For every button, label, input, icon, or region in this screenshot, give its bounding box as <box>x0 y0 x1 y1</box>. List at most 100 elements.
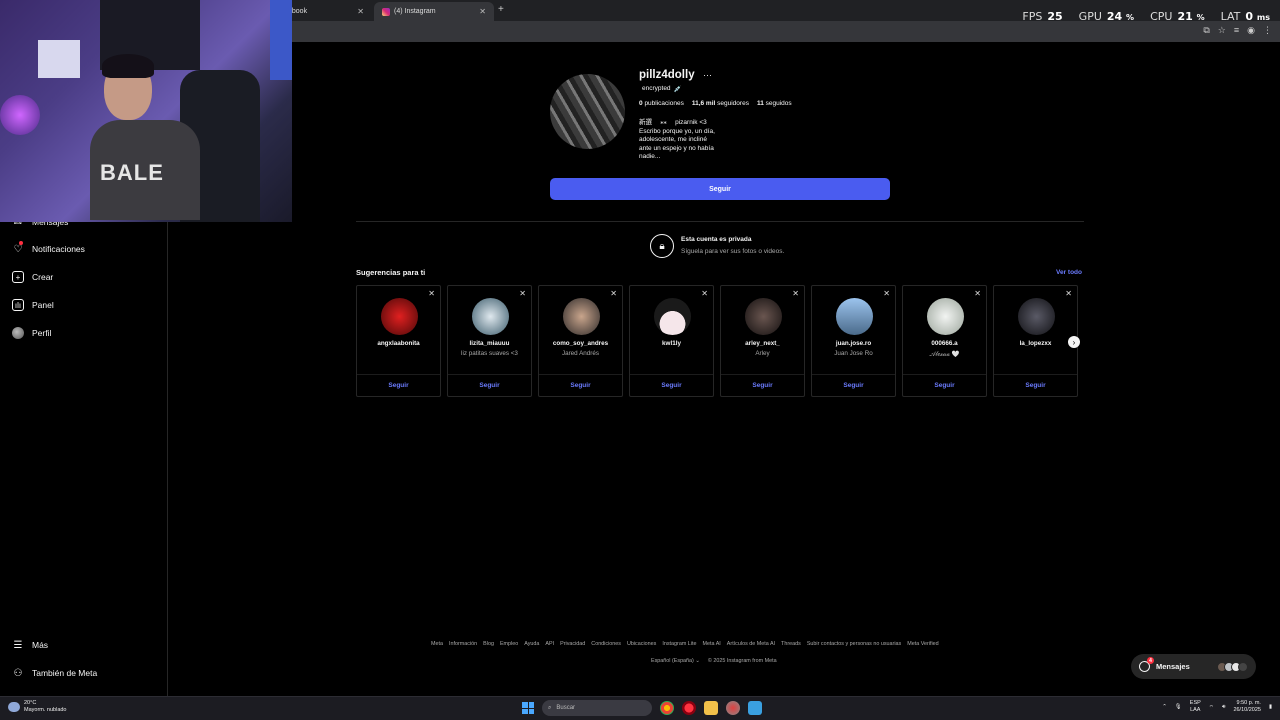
avatar[interactable] <box>472 298 509 335</box>
see-all-link[interactable]: Ver todo <box>1056 269 1082 276</box>
volume-icon[interactable]: 🔊︎ <box>1222 704 1225 711</box>
suggestion-username[interactable]: la_lopezxx <box>994 340 1077 347</box>
dismiss-icon[interactable]: ✕ <box>519 289 526 298</box>
messages-pill[interactable]: 4 Mensajes <box>1131 654 1256 679</box>
wifi-icon[interactable]: ⌔ <box>1209 704 1214 711</box>
following-count[interactable]: 11 seguidos <box>757 100 792 107</box>
weather-widget[interactable]: 20°C Mayorm. nublado <box>8 700 67 714</box>
sidebar-item-panel[interactable]: ılı Panel <box>12 299 54 311</box>
avatar[interactable] <box>836 298 873 335</box>
tab-title: (4) Instagram <box>394 8 436 15</box>
divider <box>721 374 804 375</box>
notification-icon[interactable]: ▮ <box>1269 704 1272 710</box>
footer-link[interactable]: Condiciones <box>591 641 621 647</box>
footer-link[interactable]: Meta AI <box>703 641 721 647</box>
browser-tab[interactable]: ebook ✕ <box>280 2 372 21</box>
install-icon[interactable]: ⧉ <box>1203 25 1209 36</box>
app-icon[interactable] <box>748 701 762 715</box>
lock-icon: 🔒︎ <box>650 234 674 258</box>
follow-button[interactable]: Seguir <box>550 178 890 200</box>
footer-link[interactable]: Ubicaciones <box>627 641 656 647</box>
extensions-icon[interactable]: ≡ <box>1234 25 1239 36</box>
suggestion-username[interactable]: juan.jose.ro <box>812 340 895 347</box>
footer-link[interactable]: Meta Verified <box>907 641 938 647</box>
messages-label: Mensajes <box>1156 662 1190 671</box>
chevron-right-icon[interactable]: › <box>1068 336 1080 348</box>
suggestion-card: ✕ juan.jose.ro Juan Jose Ro Seguir <box>811 285 896 397</box>
footer-link[interactable]: Artículos de Meta AI <box>727 641 775 647</box>
chevron-up-icon[interactable]: ⌃ <box>1162 704 1167 710</box>
weather-desc: Mayorm. nublado <box>24 707 67 713</box>
suggestion-follow-button[interactable]: Seguir <box>903 382 986 389</box>
dismiss-icon[interactable]: ✕ <box>428 289 435 298</box>
dismiss-icon[interactable]: ✕ <box>701 289 708 298</box>
footer-link[interactable]: API <box>545 641 554 647</box>
dismiss-icon[interactable]: ✕ <box>883 289 890 298</box>
dismiss-icon[interactable]: ✕ <box>974 289 981 298</box>
suggestion-card: ✕ como_soy_andres Jared Andrés Seguir <box>538 285 623 397</box>
avatar[interactable] <box>563 298 600 335</box>
star-icon[interactable]: ☆ <box>1218 25 1226 36</box>
app-icon[interactable] <box>726 701 740 715</box>
folder-icon[interactable] <box>704 701 718 715</box>
chrome-icon[interactable] <box>660 701 674 715</box>
suggestion-follow-button[interactable]: Seguir <box>357 382 440 389</box>
avatar[interactable] <box>654 298 691 335</box>
footer-link[interactable]: Ayuda <box>524 641 539 647</box>
clock[interactable]: 9:50 p. m. 26/10/2025 <box>1233 700 1261 714</box>
suggestion-follow-button[interactable]: Seguir <box>994 382 1077 389</box>
microphone-icon[interactable]: 🎙︎ <box>1175 704 1182 710</box>
footer-link[interactable]: Blog <box>483 641 494 647</box>
avatar[interactable] <box>927 298 964 335</box>
suggestion-follow-button[interactable]: Seguir <box>448 382 531 389</box>
suggestion-username[interactable]: 000666.a <box>903 340 986 347</box>
meta-icon: ⚇ <box>13 667 23 679</box>
footer-link[interactable]: Subir contactos y personas no usuarias <box>807 641 901 647</box>
language-indicator[interactable]: ESP LAA <box>1190 700 1201 714</box>
avatar[interactable] <box>1018 298 1055 335</box>
suggestion-follow-button[interactable]: Seguir <box>630 382 713 389</box>
taskbar-search[interactable]: ⌕ Buscar <box>542 700 652 716</box>
suggestion-follow-button[interactable]: Seguir <box>721 382 804 389</box>
footer-link[interactable]: Información <box>449 641 477 647</box>
browser-tab-active[interactable]: (4) Instagram ✕ <box>374 2 494 21</box>
dismiss-icon[interactable]: ✕ <box>610 289 617 298</box>
suggestion-username[interactable]: lizita_miauuu <box>448 340 531 347</box>
footer-link[interactable]: Meta <box>431 641 443 647</box>
sidebar-item-create[interactable]: + Crear <box>12 271 53 283</box>
avatar[interactable] <box>745 298 782 335</box>
footer-link[interactable]: Threads <box>781 641 801 647</box>
windows-start-icon[interactable] <box>522 702 534 714</box>
footer-link[interactable]: Instagram Lite <box>662 641 696 647</box>
close-icon[interactable]: ✕ <box>479 7 486 16</box>
hamburger-icon: ☰ <box>13 639 23 651</box>
footer-link[interactable]: Privacidad <box>560 641 585 647</box>
followers-count[interactable]: 11,6 mil seguidores <box>692 100 749 107</box>
divider <box>630 374 713 375</box>
profile-icon[interactable]: ◉ <box>1247 25 1255 36</box>
divider <box>994 374 1077 375</box>
sidebar-item-notifications[interactable]: ♡ Notificaciones <box>12 241 85 255</box>
avatar[interactable] <box>381 298 418 335</box>
close-icon[interactable]: ✕ <box>357 7 364 16</box>
sidebar-item-more[interactable]: ☰ Más <box>12 639 49 651</box>
suggestion-username[interactable]: kwl1ly <box>630 340 713 347</box>
dismiss-icon[interactable]: ✕ <box>1065 289 1072 298</box>
search-placeholder: Buscar <box>556 705 576 711</box>
dismiss-icon[interactable]: ✕ <box>792 289 799 298</box>
more-options-icon[interactable]: ··· <box>703 70 712 80</box>
suggestion-username[interactable]: arley_next_ <box>721 340 804 347</box>
suggestion-username[interactable]: como_soy_andres <box>539 340 622 347</box>
opera-icon[interactable] <box>682 701 696 715</box>
suggestion-follow-button[interactable]: Seguir <box>539 382 622 389</box>
profile-avatar[interactable] <box>550 74 625 149</box>
suggestion-follow-button[interactable]: Seguir <box>812 382 895 389</box>
suggestion-username[interactable]: angxlaabonita <box>357 340 440 347</box>
suggestion-card: ✕ kwl1ly Seguir <box>629 285 714 397</box>
kebab-menu-icon[interactable]: ⋮ <box>1263 25 1272 36</box>
footer-link[interactable]: Empleo <box>500 641 518 647</box>
sidebar-item-also-from-meta[interactable]: ⚇ También de Meta <box>12 667 98 679</box>
language-select[interactable]: Español (España) ⌄ <box>651 658 700 664</box>
new-tab-button[interactable]: + <box>498 4 504 15</box>
sidebar-item-profile[interactable]: Perfil <box>12 327 51 339</box>
